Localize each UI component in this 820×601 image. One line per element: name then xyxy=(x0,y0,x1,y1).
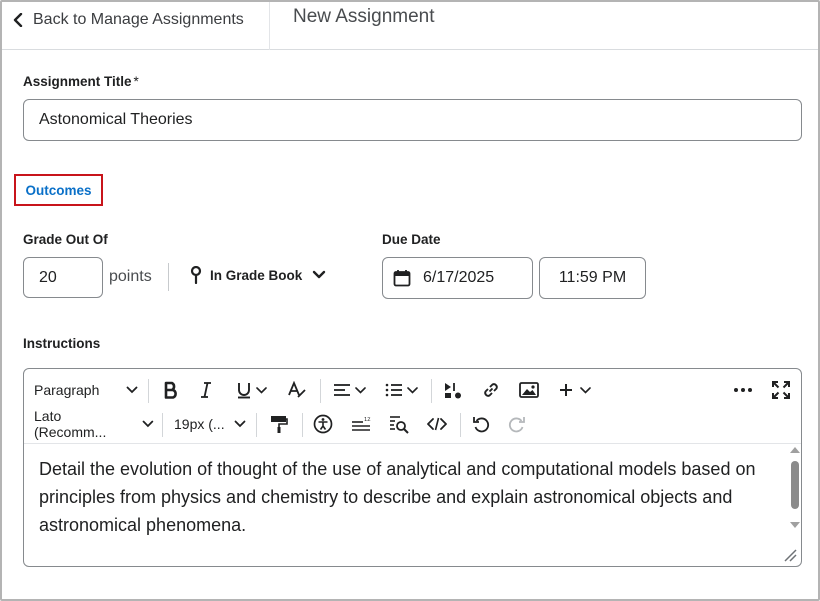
chevron-down-icon xyxy=(354,386,366,394)
grade-out-of-input[interactable] xyxy=(23,257,103,298)
toolbar-divider xyxy=(24,443,801,444)
plus-icon xyxy=(559,384,572,396)
redo-button[interactable] xyxy=(502,407,532,441)
paragraph-format-label: Paragraph xyxy=(34,382,100,398)
find-replace-button[interactable] xyxy=(384,407,414,441)
chevron-down-icon xyxy=(234,420,246,428)
redo-icon xyxy=(508,417,525,433)
italic-icon xyxy=(201,382,211,398)
accessibility-checker-button[interactable] xyxy=(308,407,338,441)
toolbar-separator xyxy=(162,413,163,437)
instructions-editor[interactable]: Paragraph Lato (Recomm... 19px (... 12 D… xyxy=(23,368,802,567)
underline-icon xyxy=(237,383,250,399)
toolbar-separator xyxy=(431,379,432,403)
toolbar-separator xyxy=(302,413,303,437)
chevron-down-icon xyxy=(579,386,591,394)
toolbar-row-1: Paragraph xyxy=(24,373,801,407)
more-horizontal-icon xyxy=(734,388,752,392)
insert-more-dropdown[interactable] xyxy=(552,373,596,407)
required-mark: * xyxy=(133,74,139,89)
align-left-icon xyxy=(333,384,350,396)
undo-icon xyxy=(473,417,490,433)
find-replace-icon xyxy=(390,416,409,434)
font-family-label: Lato (Recomm... xyxy=(34,408,107,440)
assignment-title-input[interactable] xyxy=(23,99,802,141)
due-date-label: Due Date xyxy=(382,232,441,247)
map-pin-icon xyxy=(190,266,202,284)
chevron-down-icon xyxy=(142,420,154,428)
toolbar-row-2: Lato (Recomm... 19px (... 123 xyxy=(24,407,801,441)
calendar-icon xyxy=(393,270,411,287)
code-icon xyxy=(427,417,447,431)
insert-link-button[interactable] xyxy=(476,373,506,407)
word-count-icon: 123 xyxy=(352,417,371,431)
outcomes-link[interactable]: Outcomes xyxy=(14,174,103,206)
italic-button[interactable] xyxy=(191,373,221,407)
more-options-button[interactable] xyxy=(728,373,758,407)
instructions-content[interactable]: Detail the evolution of thought of the u… xyxy=(39,455,784,539)
chevron-down-icon xyxy=(406,386,418,394)
font-family-dropdown[interactable]: Lato (Recomm... xyxy=(34,407,154,441)
page-header: Back to Manage Assignments New Assignmen… xyxy=(2,2,818,50)
scroll-up-arrow[interactable] xyxy=(790,447,800,453)
fullscreen-icon xyxy=(772,381,790,399)
word-count-button[interactable]: 123 xyxy=(346,407,376,441)
text-format-icon xyxy=(288,381,306,398)
undo-button[interactable] xyxy=(466,407,496,441)
grade-out-of-label: Grade Out Of xyxy=(23,232,108,247)
toolbar-separator xyxy=(148,379,149,403)
chevron-down-icon xyxy=(126,386,138,394)
toolbar-separator xyxy=(256,413,257,437)
points-label: points xyxy=(109,268,152,285)
resize-handle-icon[interactable] xyxy=(783,548,797,562)
accessibility-icon xyxy=(313,414,333,434)
fullscreen-button[interactable] xyxy=(766,373,796,407)
due-date-value: 6/17/2025 xyxy=(423,269,495,286)
paragraph-format-dropdown[interactable]: Paragraph xyxy=(34,373,138,407)
assignment-title-label-text: Assignment Title xyxy=(23,74,132,89)
back-link-label: Back to Manage Assignments xyxy=(33,11,244,28)
image-icon xyxy=(519,382,539,398)
chevron-down-icon xyxy=(255,386,267,394)
due-time-value: 11:59 PM xyxy=(558,269,627,286)
editor-scrollbar[interactable] xyxy=(788,445,800,531)
back-link[interactable]: Back to Manage Assignments xyxy=(12,9,244,31)
font-size-label: 19px (... xyxy=(174,416,225,432)
grade-separator xyxy=(168,263,169,291)
font-size-dropdown[interactable]: 19px (... xyxy=(174,407,246,441)
header-divider xyxy=(269,2,270,50)
scrollbar-thumb[interactable] xyxy=(791,461,799,509)
chevron-down-icon xyxy=(313,270,326,279)
align-dropdown[interactable] xyxy=(327,373,371,407)
bulleted-list-icon xyxy=(385,383,402,397)
svg-text:123: 123 xyxy=(364,417,371,423)
in-grade-book-label: In Grade Book xyxy=(210,267,303,283)
toolbar-separator xyxy=(320,379,321,403)
instructions-label: Instructions xyxy=(23,336,101,351)
paint-roller-icon xyxy=(271,416,288,433)
assignment-title-label: Assignment Title * xyxy=(23,74,139,89)
format-painter-button[interactable] xyxy=(264,407,294,441)
text-style-button[interactable] xyxy=(282,373,312,407)
toolbar-separator xyxy=(460,413,461,437)
link-icon xyxy=(484,383,498,397)
insert-image-button[interactable] xyxy=(514,373,544,407)
media-icon xyxy=(445,383,461,399)
underline-button[interactable] xyxy=(229,373,273,407)
in-grade-book-dropdown[interactable]: In Grade Book xyxy=(190,266,326,284)
chevron-left-icon xyxy=(13,13,23,27)
insert-media-button[interactable] xyxy=(438,373,468,407)
scroll-down-arrow[interactable] xyxy=(790,522,800,528)
bold-button[interactable] xyxy=(156,373,186,407)
bold-icon xyxy=(164,381,177,399)
due-time-input[interactable]: 11:59 PM xyxy=(539,257,646,299)
list-dropdown[interactable] xyxy=(379,373,423,407)
page-frame: Back to Manage Assignments New Assignmen… xyxy=(0,0,820,601)
source-code-button[interactable] xyxy=(422,407,452,441)
page-title: New Assignment xyxy=(293,6,435,27)
due-date-input[interactable]: 6/17/2025 xyxy=(382,257,533,299)
